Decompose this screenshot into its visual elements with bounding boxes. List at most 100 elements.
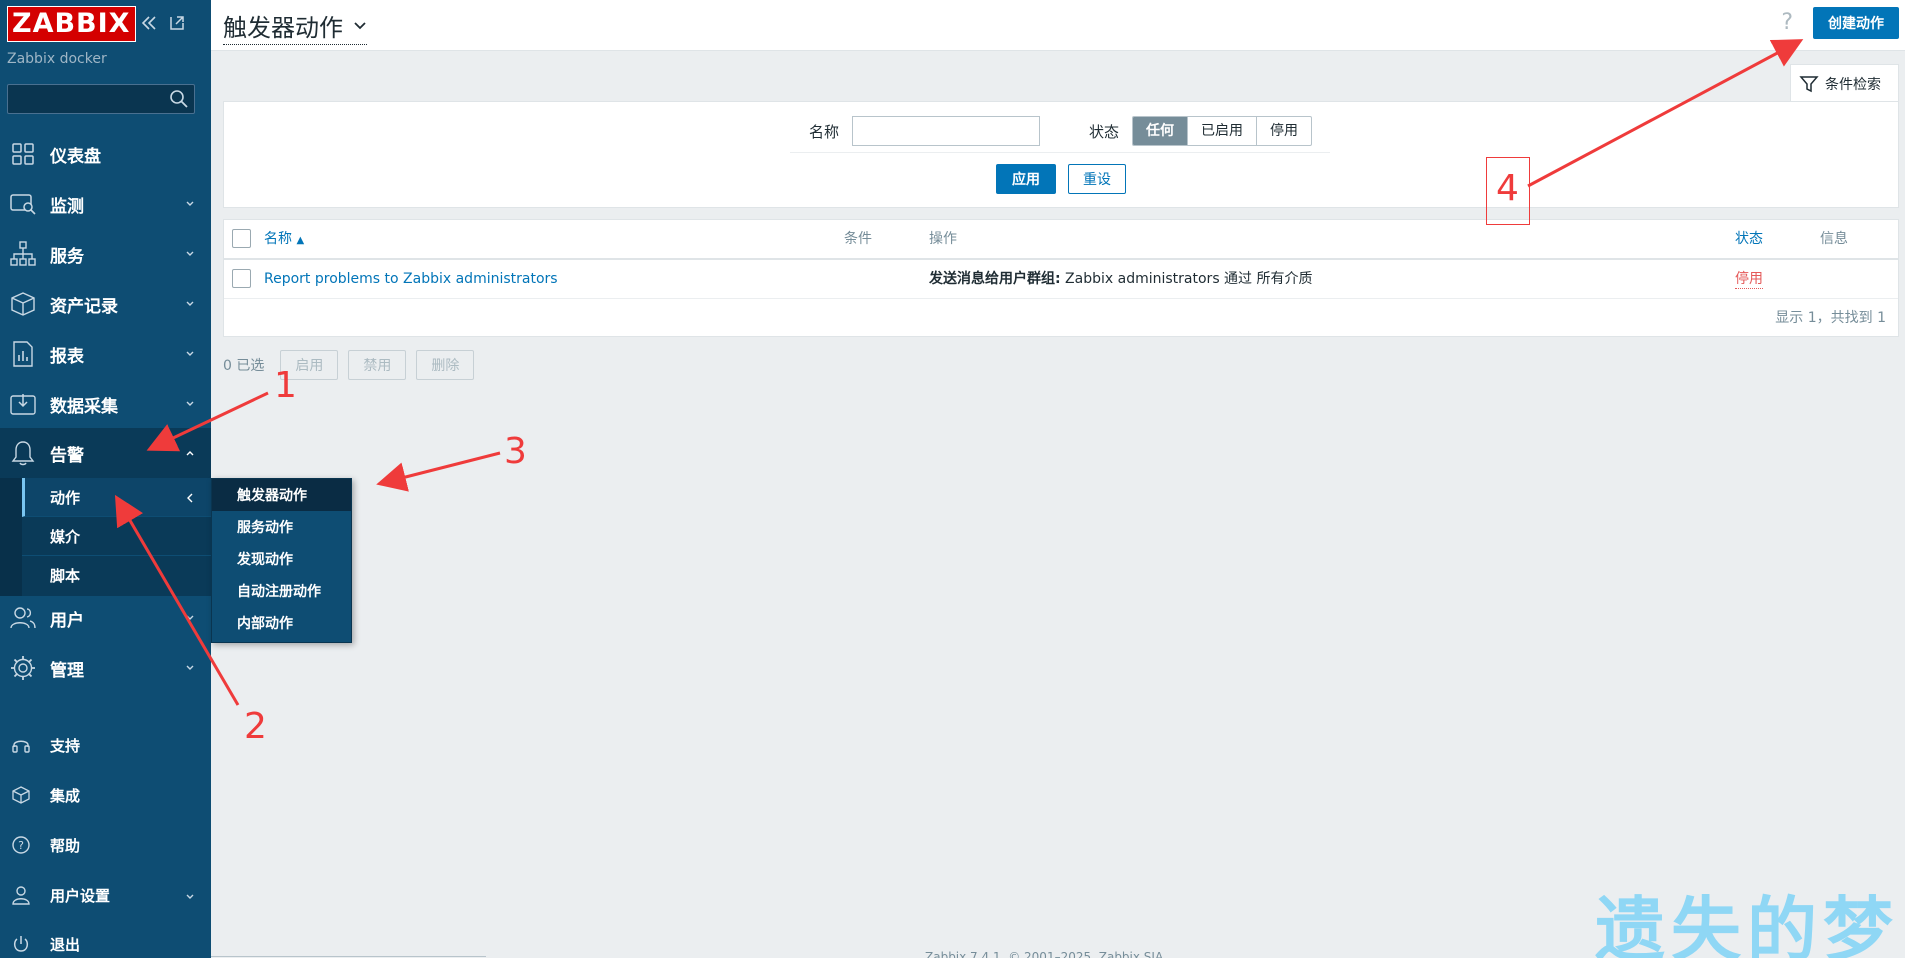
disable-button[interactable]: 禁用 xyxy=(348,350,407,380)
apply-button[interactable]: 应用 xyxy=(996,164,1056,194)
sidebar-tools xyxy=(140,13,186,37)
name-filter-input[interactable] xyxy=(852,116,1040,146)
sidebar-item-label: 监测 xyxy=(50,196,84,217)
annotation-number-1: 1 xyxy=(274,365,297,406)
chevron-down-icon xyxy=(185,611,195,627)
sidebar-item-label: 数据采集 xyxy=(50,396,118,417)
sidebar-item-label: 服务 xyxy=(50,246,84,267)
sidebar-item-user-settings[interactable]: 用户设置 xyxy=(0,875,211,915)
flyout-item-trigger-actions[interactable]: 触发器动作 xyxy=(212,479,351,511)
status-toggle-link[interactable]: 停用 xyxy=(1735,270,1763,289)
footer-divider xyxy=(211,956,486,957)
sidebar-item-label: 管理 xyxy=(50,660,84,681)
sidebar-search-input[interactable] xyxy=(7,84,195,114)
sidebar-item-data-collection[interactable]: 数据采集 xyxy=(0,379,211,429)
submenu-item-media[interactable]: 媒介 xyxy=(22,517,211,556)
sidebar-item-integrations[interactable]: 集成 xyxy=(0,775,211,815)
chevron-down-icon xyxy=(185,347,195,363)
page-header: 触发器动作 ? 创建动作 xyxy=(211,0,1905,51)
annotation-number-3: 3 xyxy=(504,431,527,472)
sidebar-item-monitoring[interactable]: 监测 xyxy=(0,179,211,229)
sidebar-item-label: 告警 xyxy=(50,445,84,466)
sidebar-item-label: 用户设置 xyxy=(50,886,111,905)
logo-row: ZABBIX xyxy=(7,6,136,42)
data-collection-icon xyxy=(9,390,37,418)
sidebar-item-label: 用户 xyxy=(50,610,84,631)
arrow-3 xyxy=(376,451,501,492)
help-icon[interactable]: ? xyxy=(1781,10,1793,35)
sidebar-item-administration[interactable]: 管理 xyxy=(0,643,211,693)
page-title-dropdown[interactable]: 触发器动作 xyxy=(223,8,367,45)
operations-detail: Zabbix administrators 通过 所有介质 xyxy=(1060,271,1313,287)
column-header-name[interactable]: 名称 ▲ xyxy=(264,220,304,258)
status-option-disabled[interactable]: 停用 xyxy=(1257,117,1311,145)
sidebar-item-label: 帮助 xyxy=(50,836,81,855)
filter-divider xyxy=(790,152,1330,153)
column-header-name-label: 名称 xyxy=(264,231,292,247)
action-name-link[interactable]: Report problems to Zabbix administrators xyxy=(264,260,558,298)
chevron-up-icon xyxy=(185,446,195,462)
mass-action-bar: 0 已选 启用 禁用 删除 xyxy=(223,349,475,381)
create-action-button[interactable]: 创建动作 xyxy=(1813,7,1899,39)
inventory-icon xyxy=(9,290,37,318)
flyout-item-internal-actions[interactable]: 内部动作 xyxy=(212,607,351,639)
zabbix-logo[interactable]: ZABBIX xyxy=(7,6,136,42)
sidebar-item-reports[interactable]: 报表 xyxy=(0,329,211,379)
flyout-item-service-actions[interactable]: 服务动作 xyxy=(212,511,351,543)
sidebar-item-label: 集成 xyxy=(50,786,81,805)
action-operations: 发送消息给用户群组: Zabbix administrators 通过 所有介质 xyxy=(929,260,1313,298)
sidebar-item-services[interactable]: 服务 xyxy=(0,229,211,279)
submenu-item-label: 动作 xyxy=(50,488,81,507)
sidebar-item-users[interactable]: 用户 xyxy=(0,593,211,643)
chevron-down-icon xyxy=(185,247,195,263)
status-filter-label: 状态 xyxy=(1089,123,1120,141)
svg-text:?: ? xyxy=(18,839,24,852)
flyout-item-autoregistration-actions[interactable]: 自动注册动作 xyxy=(212,575,351,607)
sidebar-item-label: 报表 xyxy=(50,346,84,367)
bell-icon xyxy=(9,439,37,467)
column-header-info: 信息 xyxy=(1820,231,1848,247)
operations-type: 发送消息给用户群组: xyxy=(929,271,1061,287)
submenu-item-label: 脚本 xyxy=(50,567,81,585)
instance-name: Zabbix docker xyxy=(7,51,107,67)
help-icon: ? xyxy=(10,834,32,856)
status-option-any[interactable]: 任何 xyxy=(1133,117,1188,145)
collapse-sidebar-icon[interactable] xyxy=(140,13,158,37)
sidebar-item-support[interactable]: 支持 xyxy=(0,725,211,765)
status-option-enabled[interactable]: 已启用 xyxy=(1188,117,1257,145)
reset-button[interactable]: 重设 xyxy=(1068,164,1126,194)
user-icon xyxy=(10,884,32,906)
filter-tab[interactable]: 条件检索 xyxy=(1790,64,1899,102)
search-icon[interactable] xyxy=(169,89,189,109)
sidebar-item-sign-out[interactable]: 退出 xyxy=(0,924,211,958)
flyout-item-discovery-actions[interactable]: 发现动作 xyxy=(212,543,351,575)
filter-icon xyxy=(1799,75,1819,92)
submenu-bar xyxy=(0,478,22,596)
chevron-left-icon xyxy=(185,490,195,508)
column-header-status[interactable]: 状态 xyxy=(1735,220,1763,258)
row-checkbox[interactable] xyxy=(232,269,251,288)
submenu-item-scripts[interactable]: 脚本 xyxy=(22,556,211,595)
chevron-down-icon xyxy=(185,890,195,906)
watermark-text: 遗失的梦 xyxy=(1595,889,1899,958)
chevron-down-icon xyxy=(185,197,195,213)
users-icon xyxy=(9,604,37,632)
column-header-operations: 操作 xyxy=(929,231,957,247)
select-all-checkbox[interactable] xyxy=(232,229,251,248)
name-filter-label: 名称 xyxy=(809,123,840,141)
filter-panel: 名称 状态 任何 已启用 停用 应用 重设 xyxy=(223,101,1899,208)
submenu-item-actions[interactable]: 动作 xyxy=(22,478,211,517)
actions-flyout-menu: 触发器动作 服务动作 发现动作 自动注册动作 内部动作 xyxy=(211,478,352,643)
sidebar-item-help[interactable]: ? 帮助 xyxy=(0,825,211,865)
delete-button[interactable]: 删除 xyxy=(416,350,475,380)
sidebar: ZABBIX Zabbix docker 仪表盘 监测 服务 资产记录 报表 数… xyxy=(0,0,211,958)
sidebar-item-dashboard[interactable]: 仪表盘 xyxy=(0,129,211,179)
kiosk-mode-icon[interactable] xyxy=(168,13,186,37)
chevron-down-icon xyxy=(185,661,195,677)
sidebar-item-inventory[interactable]: 资产记录 xyxy=(0,279,211,329)
services-icon xyxy=(9,240,37,268)
filter-tab-label: 条件检索 xyxy=(1825,76,1881,93)
annotation-number-2: 2 xyxy=(244,706,267,747)
table-row-divider xyxy=(224,298,1898,299)
sidebar-item-alerts[interactable]: 告警 xyxy=(0,428,211,478)
